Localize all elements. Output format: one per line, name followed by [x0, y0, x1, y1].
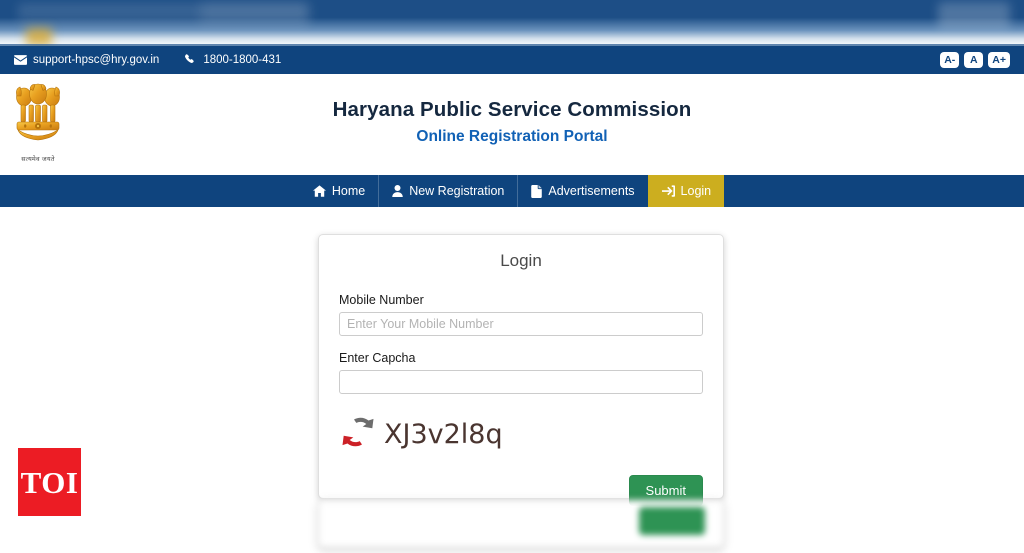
nav-item-home[interactable]: Home	[300, 175, 378, 207]
captcha-input[interactable]	[339, 370, 703, 394]
login-card-title: Login	[500, 251, 542, 270]
submit-button-ghost	[639, 507, 705, 535]
font-increase-button[interactable]: A+	[988, 52, 1010, 68]
site-title-block: Haryana Public Service Commission Online…	[0, 74, 1024, 146]
support-phone[interactable]: 1800-1800-431	[185, 54, 281, 66]
nav-item-advertisements[interactable]: Advertisements	[517, 175, 647, 207]
user-icon	[392, 185, 403, 197]
page-subtitle: Online Registration Portal	[416, 128, 608, 145]
login-card: Login Mobile Number Enter Capcha XJ3v2l8…	[318, 234, 724, 506]
document-icon	[531, 184, 543, 198]
font-normal-button[interactable]: A	[964, 52, 984, 68]
top-contact-bar: support-hpsc@hry.gov.in 1800-1800-431 A-…	[0, 46, 1024, 74]
mobile-number-label: Mobile Number	[339, 293, 424, 307]
support-email-text: support-hpsc@hry.gov.in	[33, 54, 160, 66]
font-size-controls: A- A A+	[940, 52, 1010, 68]
captcha-label: Enter Capcha	[339, 351, 416, 365]
emblem-motto: सत्यमेव जयते	[21, 156, 55, 163]
page-title: Haryana Public Service Commission	[332, 98, 692, 121]
nav-item-new-registration-label: New Registration	[409, 184, 505, 198]
font-decrease-button[interactable]: A-	[940, 52, 960, 68]
sign-in-icon	[661, 185, 675, 197]
browser-toolbar-ghost	[938, 2, 1010, 28]
home-icon	[312, 185, 326, 197]
nav-items: Home New Registration Advertisements Log…	[300, 175, 725, 207]
nav-item-new-registration[interactable]: New Registration	[378, 175, 517, 207]
browser-tab-ghost-secondary	[200, 2, 310, 24]
site-masthead: सत्यमेव जयते Haryana Public Service Comm…	[0, 74, 1024, 174]
captcha-display-row: XJ3v2l8q	[339, 416, 703, 453]
support-phone-text: 1800-1800-431	[203, 54, 282, 66]
toi-watermark-label: TOI	[20, 464, 79, 500]
support-email[interactable]: support-hpsc@hry.gov.in	[14, 54, 159, 66]
captcha-code: XJ3v2l8q	[384, 419, 503, 450]
page-root: support-hpsc@hry.gov.in 1800-1800-431 A-…	[0, 0, 1024, 553]
nav-item-login-label: Login	[680, 184, 712, 198]
refresh-captcha-icon[interactable]	[341, 416, 375, 453]
phone-icon	[185, 54, 197, 66]
browser-chrome-blurred	[0, 0, 1024, 46]
nav-item-home-label: Home	[331, 184, 366, 198]
main-navigation: Home New Registration Advertisements Log…	[0, 175, 1024, 207]
nav-item-login[interactable]: Login	[647, 175, 725, 207]
toi-watermark: TOI	[18, 448, 81, 516]
nav-item-advertisements-label: Advertisements	[548, 184, 635, 198]
envelope-icon	[14, 55, 27, 65]
mobile-number-input[interactable]	[339, 312, 703, 336]
card-scroll-artifact	[318, 500, 724, 548]
